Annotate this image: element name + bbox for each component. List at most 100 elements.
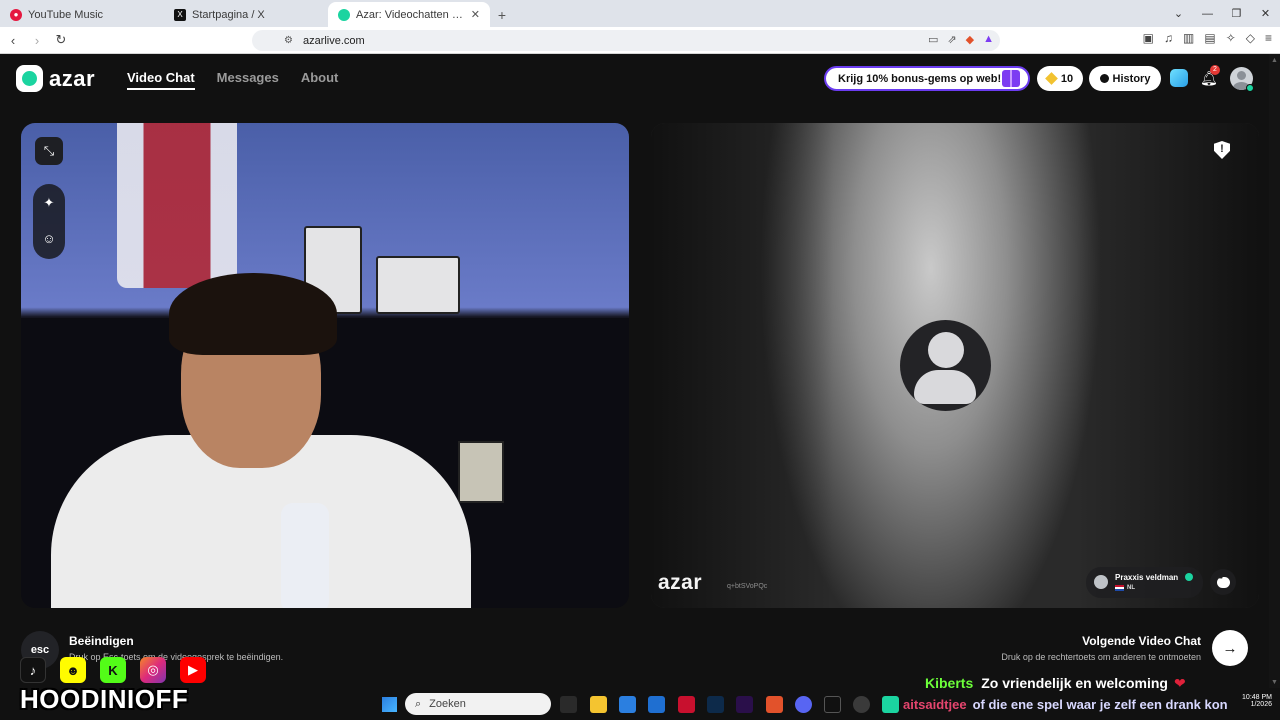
bonus-gems-promo-button[interactable]: Krijg 10% bonus-gems op web! (824, 66, 1030, 91)
end-call-title: Beëindigen (69, 634, 134, 648)
premiere-icon[interactable] (736, 696, 753, 713)
session-id: q+btSVoPQc (727, 583, 768, 590)
cast-icon[interactable]: ▭ (928, 33, 938, 46)
task-view-icon[interactable] (560, 696, 577, 713)
address-bar: ‹ › ↻ ⚙ azarlive.com ▭ ⇗ ◆ ▲ ▣ ♫ ▥ ▤ ✧ ◇… (0, 27, 1280, 54)
gems-count: 10 (1060, 72, 1074, 85)
remote-user-name: Praxxis veldman (1115, 573, 1179, 582)
screen: ● YouTube Music X Startpagina / X Azar: … (0, 0, 1280, 720)
chat-text: Zo vriendelijk en welcoming (981, 675, 1168, 691)
search-placeholder: Zoeken (429, 698, 466, 710)
verified-icon (1185, 573, 1193, 581)
omnibox-actions: ▭ ⇗ ◆ ▲ (928, 33, 994, 46)
discord-icon[interactable] (795, 696, 812, 713)
music-icon[interactable]: ♫ (1164, 31, 1173, 45)
main-nav: Video Chat Messages About (127, 70, 338, 90)
forward-icon[interactable]: › (26, 29, 48, 51)
instagram-icon: ◎ (140, 657, 166, 683)
minimize-icon[interactable]: — (1193, 0, 1222, 27)
share-icon[interactable]: ⇗ (947, 33, 956, 46)
obs-icon[interactable] (853, 696, 870, 713)
promo-label: Krijg 10% bonus-gems op web! (838, 72, 1002, 85)
page-scrollbar[interactable]: ▲ ▼ (1269, 54, 1280, 688)
kick-icon: K (100, 657, 126, 683)
heart-icon: ❤ (1173, 675, 1186, 691)
windows-start-icon[interactable] (382, 697, 397, 712)
x-icon: X (174, 8, 186, 21)
minimize-video-icon[interactable]: ⤡ (35, 137, 63, 165)
remote-profile-chip[interactable]: Praxxis veldman NL (1086, 567, 1203, 598)
photoshop-icon[interactable] (707, 696, 724, 713)
tab-label: YouTube Music (28, 8, 104, 21)
flag-nl-icon (1115, 585, 1124, 591)
magic-wand-icon[interactable]: ✦ (35, 189, 63, 217)
chip-avatar-icon (1094, 575, 1108, 589)
next-chat-title: Volgende Video Chat (1082, 634, 1201, 648)
ticker-username: aitsaidtjee (903, 697, 967, 712)
rewards-icon[interactable]: ▲ (983, 33, 994, 46)
azar-logo[interactable]: azar (16, 65, 95, 92)
tab-youtube-music[interactable]: ● YouTube Music (0, 2, 164, 27)
arrow-right-icon: → (1222, 639, 1238, 657)
gem-icon (1045, 72, 1058, 85)
gem-shop-icon[interactable] (1170, 69, 1188, 87)
menu-icon[interactable]: ≡ (1265, 31, 1272, 45)
file-explorer-icon[interactable] (590, 696, 607, 713)
next-chat-button[interactable]: → (1212, 630, 1248, 666)
online-status-dot (1246, 84, 1254, 92)
azar-taskbar-icon[interactable] (882, 696, 899, 713)
youtube-music-icon: ● (10, 8, 22, 21)
ticker-text: of die ene spel waar je zelf een drank k… (972, 697, 1228, 712)
open-chat-button[interactable] (1210, 569, 1236, 595)
video-chat-area: ⤡ ✦ ☺ ! azar q+btSVoPQc Praxxis veldman … (0, 104, 1280, 720)
close-tab-icon[interactable]: ✕ (471, 8, 480, 21)
browser-tab-strip: ● YouTube Music X Startpagina / X Azar: … (0, 0, 1280, 27)
taskbar-search-input[interactable]: ⌕ Zoeken (405, 693, 551, 715)
url-input[interactable]: ⚙ azarlive.com ▭ ⇗ ◆ ▲ (252, 30, 1000, 51)
close-window-icon[interactable]: ✕ (1251, 0, 1280, 27)
outlook-icon[interactable] (648, 696, 665, 713)
extension-icons: ▣ ♫ ▥ ▤ ✧ ◇ ≡ (1143, 31, 1272, 45)
url-text: azarlive.com (302, 34, 365, 47)
scroll-up-icon[interactable]: ▲ (1271, 57, 1278, 64)
brave-icon[interactable] (766, 696, 783, 713)
tab-label: Startpagina / X (192, 8, 265, 21)
new-tab-button[interactable]: + (490, 2, 514, 27)
tab-azar[interactable]: Azar: Videochatten met nieuwe ✕ (328, 2, 490, 27)
tab-x[interactable]: X Startpagina / X (164, 2, 328, 27)
sidebar-icon[interactable]: ▥ (1183, 31, 1194, 45)
tab-search-icon[interactable]: ▣ (1143, 31, 1154, 45)
capcut-icon[interactable] (824, 696, 841, 713)
windows-taskbar: ⌕ Zoeken (240, 688, 900, 720)
tab-list-icon[interactable]: ⌄ (1164, 0, 1193, 27)
azar-watermark: azar (658, 571, 703, 594)
history-button[interactable]: History (1089, 66, 1161, 91)
store-icon[interactable] (619, 696, 636, 713)
brave-shields-icon[interactable]: ◆ (966, 33, 974, 46)
azar-icon (338, 8, 350, 21)
self-video-feed (21, 123, 629, 608)
vpn-icon[interactable]: ◇ (1246, 31, 1255, 45)
wallet-icon[interactable]: ▤ (1204, 31, 1215, 45)
scroll-down-icon[interactable]: ▼ (1271, 679, 1278, 686)
gift-icon (1002, 70, 1020, 87)
back-icon[interactable]: ‹ (2, 29, 24, 51)
streamer-name: HOODINIOFF (20, 684, 189, 714)
gems-balance-button[interactable]: 10 (1037, 66, 1083, 91)
stream-chat-message: Kiberts Zo vriendelijk en welcoming ❤ (925, 675, 1186, 692)
remote-video-feed: ! azar q+btSVoPQc Praxxis veldman NL (651, 123, 1259, 608)
leo-icon[interactable]: ✧ (1226, 31, 1236, 45)
nav-about[interactable]: About (301, 70, 339, 90)
remote-user-avatar-icon (900, 320, 991, 411)
tab-label: Azar: Videochatten met nieuwe (356, 8, 467, 21)
stream-chat-ticker: aitsaidtjee of die ene spel waar je zelf … (903, 697, 1280, 712)
site-info-icon[interactable]: ⚙ (284, 35, 293, 46)
acrobat-icon[interactable] (678, 696, 695, 713)
restore-icon[interactable]: ❐ (1222, 0, 1251, 27)
snapchat-icon: ☻ (60, 657, 86, 683)
nav-video-chat[interactable]: Video Chat (127, 70, 195, 90)
video-person-hair (169, 273, 337, 355)
nav-messages[interactable]: Messages (217, 70, 279, 90)
reload-icon[interactable]: ↻ (50, 29, 72, 51)
face-filter-icon[interactable]: ☺ (35, 224, 63, 252)
